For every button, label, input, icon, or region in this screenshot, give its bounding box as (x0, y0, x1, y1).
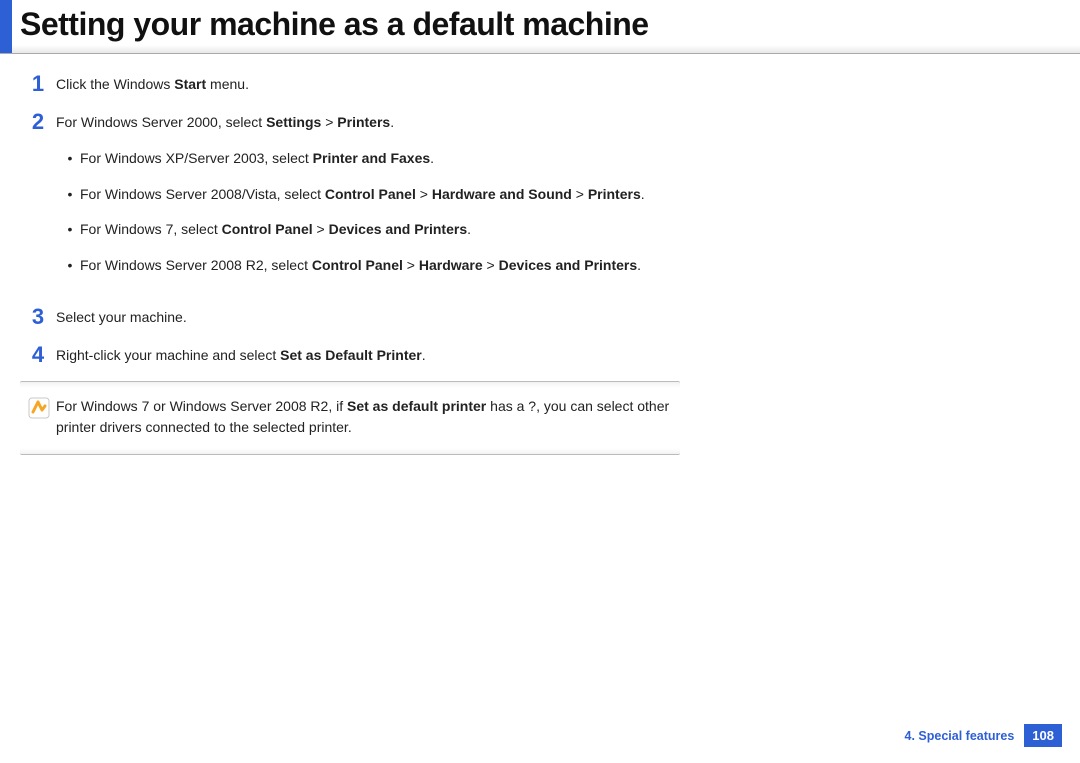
sub-item: • For Windows 7, select Control Panel > … (56, 219, 645, 241)
note-text: For Windows 7 or Windows Server 2008 R2,… (56, 396, 672, 438)
step-number: 3 (20, 305, 56, 329)
text-bold: Set as default printer (347, 398, 486, 414)
step-1: 1 Click the Windows Start menu. (20, 72, 672, 96)
sub-item: • For Windows Server 2008 R2, select Con… (56, 255, 645, 277)
page-footer: 4. Special features 108 (905, 724, 1062, 747)
step-4: 4 Right-click your machine and select Se… (20, 343, 672, 367)
text-part: . (467, 221, 471, 237)
text-bold: Settings (266, 114, 321, 130)
sub-item: • For Windows Server 2008/Vista, select … (56, 184, 645, 206)
text-part: For Windows Server 2008/Vista, select (80, 186, 325, 202)
step-number: 4 (20, 343, 56, 367)
text-part: > (321, 114, 337, 130)
text-part: . (422, 347, 426, 363)
text-part: . (390, 114, 394, 130)
text-bold: Devices and Printers (329, 221, 468, 237)
note-icon (28, 396, 56, 438)
sub-list: • For Windows XP/Server 2003, select Pri… (56, 148, 645, 277)
sub-text: For Windows Server 2008/Vista, select Co… (80, 184, 645, 206)
sub-text: For Windows XP/Server 2003, select Print… (80, 148, 645, 170)
step-number: 2 (20, 110, 56, 290)
step-2: 2 For Windows Server 2000, select Settin… (20, 110, 672, 290)
text-bold: Start (174, 76, 206, 92)
bullet: • (56, 148, 80, 170)
sub-text: For Windows 7, select Control Panel > De… (80, 219, 645, 241)
text-part: > (572, 186, 588, 202)
footer-section-label: 4. Special features (905, 729, 1015, 743)
text-bold: Printers (588, 186, 641, 202)
text-part: > (416, 186, 432, 202)
text-part: For Windows XP/Server 2003, select (80, 150, 313, 166)
text-bold: Printer and Faxes (313, 150, 431, 166)
text-bold: Devices and Printers (499, 257, 638, 273)
text-part: For Windows 7 or Windows Server 2008 R2,… (56, 398, 347, 414)
text-part: . (641, 186, 645, 202)
step-text: Select your machine. (56, 305, 187, 329)
text-part: > (403, 257, 419, 273)
bullet: • (56, 184, 80, 206)
note-box: For Windows 7 or Windows Server 2008 R2,… (20, 381, 680, 455)
text-part: > (483, 257, 499, 273)
text-part: . (430, 150, 434, 166)
text-bold: Control Panel (222, 221, 313, 237)
text-part: For Windows Server 2008 R2, select (80, 257, 312, 273)
footer-page-number: 108 (1024, 724, 1062, 747)
sub-item: • For Windows XP/Server 2003, select Pri… (56, 148, 645, 170)
page-title: Setting your machine as a default machin… (12, 0, 649, 53)
text-part: For Windows 7, select (80, 221, 222, 237)
text-bold: Control Panel (312, 257, 403, 273)
text-part: . (637, 257, 641, 273)
text-bold: Set as Default Printer (280, 347, 422, 363)
bullet: • (56, 219, 80, 241)
content-area: 1 Click the Windows Start menu. 2 For Wi… (0, 54, 690, 367)
step-text: Right-click your machine and select Set … (56, 343, 426, 367)
page-header: Setting your machine as a default machin… (0, 0, 1080, 54)
text-bold: Control Panel (325, 186, 416, 202)
step-number: 1 (20, 72, 56, 96)
text-bold: Printers (337, 114, 390, 130)
text-part: Right-click your machine and select (56, 347, 280, 363)
text-bold: Hardware (419, 257, 483, 273)
step-text: Click the Windows Start menu. (56, 72, 249, 96)
text-part: > (313, 221, 329, 237)
step-3: 3 Select your machine. (20, 305, 672, 329)
text-bold: Hardware and Sound (432, 186, 572, 202)
sub-text: For Windows Server 2008 R2, select Contr… (80, 255, 645, 277)
text-part: For Windows Server 2000, select (56, 114, 266, 130)
text-part: menu. (206, 76, 249, 92)
bullet: • (56, 255, 80, 277)
text-part: Click the Windows (56, 76, 174, 92)
header-accent-bar (0, 0, 12, 53)
step-text: For Windows Server 2000, select Settings… (56, 110, 645, 290)
